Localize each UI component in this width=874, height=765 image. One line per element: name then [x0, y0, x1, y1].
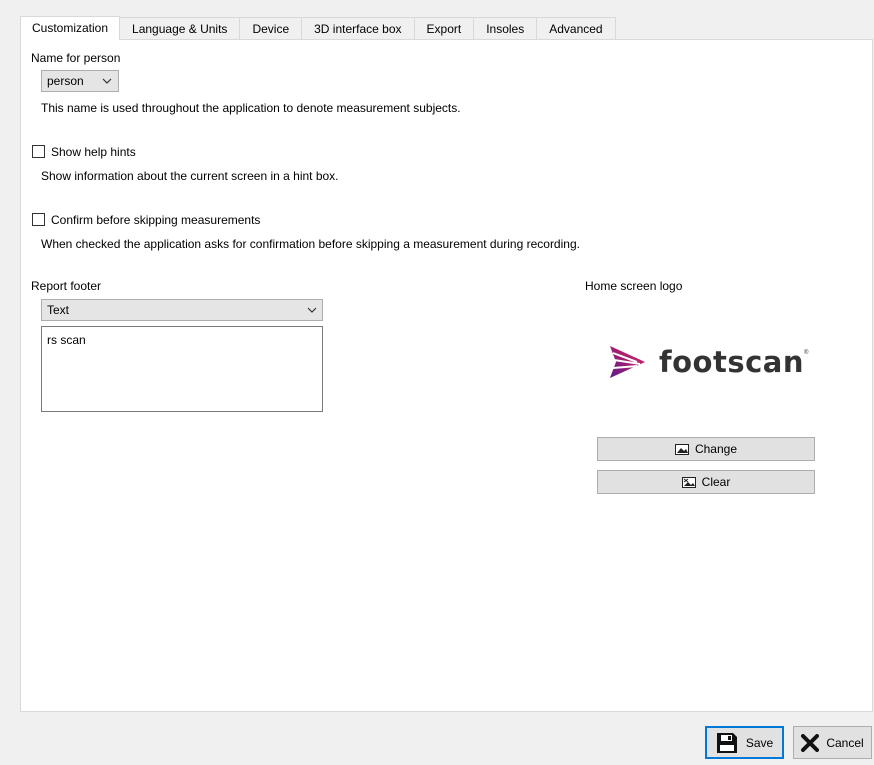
change-logo-label: Change	[694, 442, 738, 456]
tab-3d-interface-box[interactable]: 3D interface box	[302, 17, 415, 39]
chevron-down-icon	[102, 78, 112, 84]
cancel-button[interactable]: Cancel	[793, 726, 872, 759]
name-for-person-select[interactable]: person	[41, 70, 119, 92]
tab-bar: Customization Language & Units Device 3D…	[20, 16, 616, 40]
tab-insoles[interactable]: Insoles	[474, 17, 538, 39]
image-icon	[674, 443, 689, 455]
help-hints-description: Show information about the current scree…	[41, 169, 339, 183]
report-footer-type-value: Text	[47, 303, 70, 317]
footscan-logo-text: footscan	[659, 345, 804, 379]
report-footer-text-input[interactable]: rs scan	[41, 326, 323, 412]
show-help-hints-label[interactable]: Show help hints	[51, 145, 136, 159]
save-button[interactable]: Save	[705, 726, 784, 759]
report-footer-label: Report footer	[31, 279, 102, 293]
confirm-skip-label[interactable]: Confirm before skipping measurements	[51, 213, 260, 227]
name-for-person-label: Name for person	[31, 51, 121, 65]
tab-customization[interactable]: Customization	[20, 16, 121, 40]
name-for-person-value: person	[47, 74, 84, 88]
save-label: Save	[745, 735, 774, 750]
tab-language-units[interactable]: Language & Units	[120, 17, 241, 39]
save-icon	[716, 732, 737, 753]
customization-panel: Name for person person This name is used…	[20, 39, 873, 712]
show-help-hints-checkbox[interactable]	[32, 145, 45, 158]
clear-logo-label: Clear	[701, 475, 731, 489]
report-footer-text-value: rs scan	[47, 333, 86, 347]
tab-advanced[interactable]: Advanced	[537, 17, 616, 39]
registered-mark: ®	[804, 350, 809, 356]
clear-logo-button[interactable]: Clear	[597, 470, 815, 494]
footscan-logo-mark-icon	[610, 346, 645, 378]
chevron-down-icon	[307, 307, 317, 313]
confirm-skip-checkbox[interactable]	[32, 213, 45, 226]
home-screen-logo-label: Home screen logo	[585, 279, 683, 293]
tab-device[interactable]: Device	[240, 17, 303, 39]
image-clear-icon	[681, 476, 696, 488]
close-icon	[801, 733, 820, 752]
home-screen-logo: footscan ®	[607, 342, 808, 382]
change-logo-button[interactable]: Change	[597, 437, 815, 461]
cancel-label: Cancel	[826, 735, 864, 750]
confirm-skip-description: When checked the application asks for co…	[41, 237, 580, 251]
report-footer-type-select[interactable]: Text	[41, 299, 323, 321]
tab-export[interactable]: Export	[414, 17, 475, 39]
name-description: This name is used throughout the applica…	[41, 101, 461, 115]
